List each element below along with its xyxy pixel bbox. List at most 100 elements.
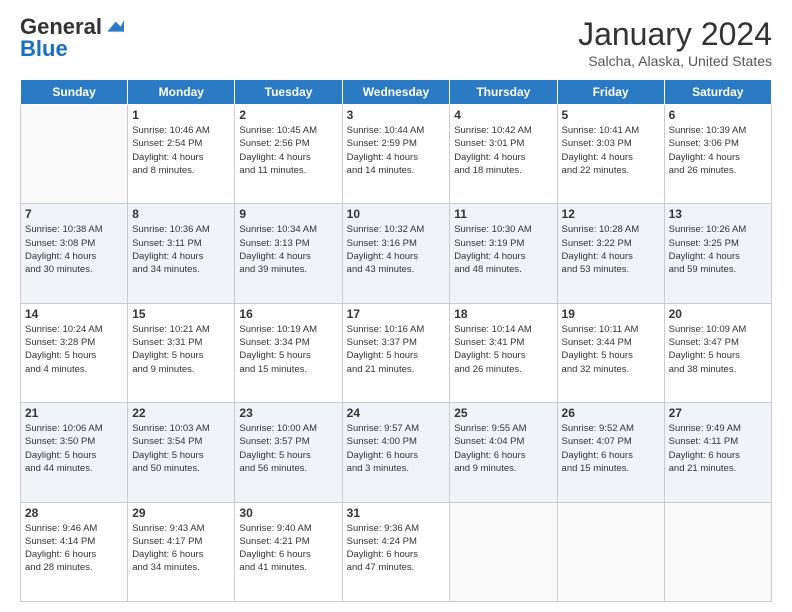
- calendar-week-row: 14Sunrise: 10:24 AMSunset: 3:28 PMDaylig…: [21, 303, 772, 402]
- calendar-cell: 23 Sunrise: 10:00 AMSunset: 3:57 PMDaylig…: [235, 403, 342, 502]
- day-header-monday: Monday: [128, 80, 235, 105]
- calendar-cell: 30Sunrise: 9:40 AMSunset: 4:21 PMDayligh…: [235, 502, 342, 601]
- day-number: 8: [132, 207, 230, 221]
- day-number: 6: [669, 108, 767, 122]
- day-number: 4: [454, 108, 552, 122]
- header: General Blue January 2024 Salcha, Alaska…: [20, 16, 772, 69]
- calendar-cell: 17 Sunrise: 10:16 AMSunset: 3:37 PMDaylig…: [342, 303, 450, 402]
- day-info: Sunrise: 9:43 AMSunset: 4:17 PMDaylight:…: [132, 522, 230, 575]
- day-info: Sunrise: 10:32 AMSunset: 3:16 PMDaylight…: [347, 223, 446, 276]
- day-number: 9: [239, 207, 337, 221]
- day-number: 30: [239, 506, 337, 520]
- day-info: Sunrise: 10:00 AMSunset: 3:57 PMDaylight…: [239, 422, 337, 475]
- calendar-cell: 20 Sunrise: 10:09 AMSunset: 3:47 PMDaylig…: [664, 303, 771, 402]
- day-number: 15: [132, 307, 230, 321]
- day-info: Sunrise: 9:46 AMSunset: 4:14 PMDaylight:…: [25, 522, 123, 575]
- calendar-cell: 29 Sunrise: 9:43 AMSunset: 4:17 PMDayligh…: [128, 502, 235, 601]
- calendar-cell: 28 Sunrise: 9:46 AMSunset: 4:14 PMDayligh…: [21, 502, 128, 601]
- day-header-sunday: Sunday: [21, 80, 128, 105]
- calendar-cell: 15 Sunrise: 10:21 AMSunset: 3:31 PMDaylig…: [128, 303, 235, 402]
- calendar-cell: [450, 502, 557, 601]
- day-header-friday: Friday: [557, 80, 664, 105]
- day-number: 19: [562, 307, 660, 321]
- calendar-cell: 13 Sunrise: 10:26 AMSunset: 3:25 PMDaylig…: [664, 204, 771, 303]
- day-info: Sunrise: 10:36 AMSunset: 3:11 PMDaylight…: [132, 223, 230, 276]
- day-number: 23: [239, 406, 337, 420]
- day-number: 18: [454, 307, 552, 321]
- day-header-wednesday: Wednesday: [342, 80, 450, 105]
- day-info: Sunrise: 10:46 AMSunset: 2:54 PMDaylight…: [132, 124, 230, 177]
- calendar-week-row: 28 Sunrise: 9:46 AMSunset: 4:14 PMDayligh…: [21, 502, 772, 601]
- calendar-week-row: 7Sunrise: 10:38 AMSunset: 3:08 PMDayligh…: [21, 204, 772, 303]
- calendar-cell: [21, 105, 128, 204]
- calendar-header-row: SundayMondayTuesdayWednesdayThursdayFrid…: [21, 80, 772, 105]
- title-block: January 2024 Salcha, Alaska, United Stat…: [578, 16, 772, 69]
- day-header-saturday: Saturday: [664, 80, 771, 105]
- calendar-cell: [664, 502, 771, 601]
- day-number: 28: [25, 506, 123, 520]
- month-year: January 2024: [578, 16, 772, 53]
- logo-blue-text: Blue: [20, 38, 68, 60]
- day-info: Sunrise: 10:41 AMSunset: 3:03 PMDaylight…: [562, 124, 660, 177]
- day-number: 16: [239, 307, 337, 321]
- day-info: Sunrise: 10:06 AMSunset: 3:50 PMDaylight…: [25, 422, 123, 475]
- calendar-cell: 9Sunrise: 10:34 AMSunset: 3:13 PMDayligh…: [235, 204, 342, 303]
- day-header-tuesday: Tuesday: [235, 80, 342, 105]
- calendar-cell: 31 Sunrise: 9:36 AMSunset: 4:24 PMDayligh…: [342, 502, 450, 601]
- day-info: Sunrise: 10:42 AMSunset: 3:01 PMDaylight…: [454, 124, 552, 177]
- page: General Blue January 2024 Salcha, Alaska…: [0, 0, 792, 612]
- day-number: 20: [669, 307, 767, 321]
- day-number: 29: [132, 506, 230, 520]
- day-info: Sunrise: 10:16 AMSunset: 3:37 PMDaylight…: [347, 323, 446, 376]
- calendar-cell: 22Sunrise: 10:03 AMSunset: 3:54 PMDaylig…: [128, 403, 235, 502]
- calendar-cell: 18 Sunrise: 10:14 AMSunset: 3:41 PMDaylig…: [450, 303, 557, 402]
- calendar-week-row: 21 Sunrise: 10:06 AMSunset: 3:50 PMDaylig…: [21, 403, 772, 502]
- calendar-cell: 5 Sunrise: 10:41 AMSunset: 3:03 PMDayligh…: [557, 105, 664, 204]
- day-info: Sunrise: 9:36 AMSunset: 4:24 PMDaylight:…: [347, 522, 446, 575]
- day-number: 25: [454, 406, 552, 420]
- day-info: Sunrise: 10:39 AMSunset: 3:06 PMDaylight…: [669, 124, 767, 177]
- calendar-cell: 8 Sunrise: 10:36 AMSunset: 3:11 PMDayligh…: [128, 204, 235, 303]
- day-info: Sunrise: 10:26 AMSunset: 3:25 PMDaylight…: [669, 223, 767, 276]
- day-info: Sunrise: 9:49 AMSunset: 4:11 PMDaylight:…: [669, 422, 767, 475]
- calendar-cell: 16Sunrise: 10:19 AMSunset: 3:34 PMDaylig…: [235, 303, 342, 402]
- calendar-cell: 26Sunrise: 9:52 AMSunset: 4:07 PMDayligh…: [557, 403, 664, 502]
- day-info: Sunrise: 9:57 AMSunset: 4:00 PMDaylight:…: [347, 422, 446, 475]
- day-number: 3: [347, 108, 446, 122]
- day-info: Sunrise: 10:14 AMSunset: 3:41 PMDaylight…: [454, 323, 552, 376]
- day-number: 22: [132, 406, 230, 420]
- calendar-week-row: 1Sunrise: 10:46 AMSunset: 2:54 PMDayligh…: [21, 105, 772, 204]
- day-number: 10: [347, 207, 446, 221]
- day-info: Sunrise: 10:28 AMSunset: 3:22 PMDaylight…: [562, 223, 660, 276]
- day-info: Sunrise: 10:30 AMSunset: 3:19 PMDaylight…: [454, 223, 552, 276]
- location: Salcha, Alaska, United States: [578, 53, 772, 69]
- day-info: Sunrise: 9:55 AMSunset: 4:04 PMDaylight:…: [454, 422, 552, 475]
- day-number: 5: [562, 108, 660, 122]
- day-number: 7: [25, 207, 123, 221]
- calendar-cell: 19Sunrise: 10:11 AMSunset: 3:44 PMDaylig…: [557, 303, 664, 402]
- day-number: 31: [347, 506, 446, 520]
- logo-icon: [104, 15, 124, 35]
- day-number: 12: [562, 207, 660, 221]
- calendar-cell: 2Sunrise: 10:45 AMSunset: 2:56 PMDayligh…: [235, 105, 342, 204]
- day-info: Sunrise: 10:21 AMSunset: 3:31 PMDaylight…: [132, 323, 230, 376]
- day-number: 21: [25, 406, 123, 420]
- day-info: Sunrise: 10:44 AMSunset: 2:59 PMDaylight…: [347, 124, 446, 177]
- day-number: 11: [454, 207, 552, 221]
- logo-general-text: General: [20, 16, 102, 38]
- day-number: 14: [25, 307, 123, 321]
- calendar-cell: 6 Sunrise: 10:39 AMSunset: 3:06 PMDayligh…: [664, 105, 771, 204]
- calendar-cell: 12 Sunrise: 10:28 AMSunset: 3:22 PMDaylig…: [557, 204, 664, 303]
- day-number: 17: [347, 307, 446, 321]
- calendar-table: SundayMondayTuesdayWednesdayThursdayFrid…: [20, 79, 772, 602]
- calendar-cell: 10 Sunrise: 10:32 AMSunset: 3:16 PMDaylig…: [342, 204, 450, 303]
- day-number: 24: [347, 406, 446, 420]
- calendar-cell: [557, 502, 664, 601]
- calendar-cell: 11 Sunrise: 10:30 AMSunset: 3:19 PMDaylig…: [450, 204, 557, 303]
- day-info: Sunrise: 10:09 AMSunset: 3:47 PMDaylight…: [669, 323, 767, 376]
- calendar-cell: 14Sunrise: 10:24 AMSunset: 3:28 PMDaylig…: [21, 303, 128, 402]
- day-number: 2: [239, 108, 337, 122]
- calendar-cell: 27Sunrise: 9:49 AMSunset: 4:11 PMDayligh…: [664, 403, 771, 502]
- day-number: 13: [669, 207, 767, 221]
- calendar-cell: 21 Sunrise: 10:06 AMSunset: 3:50 PMDaylig…: [21, 403, 128, 502]
